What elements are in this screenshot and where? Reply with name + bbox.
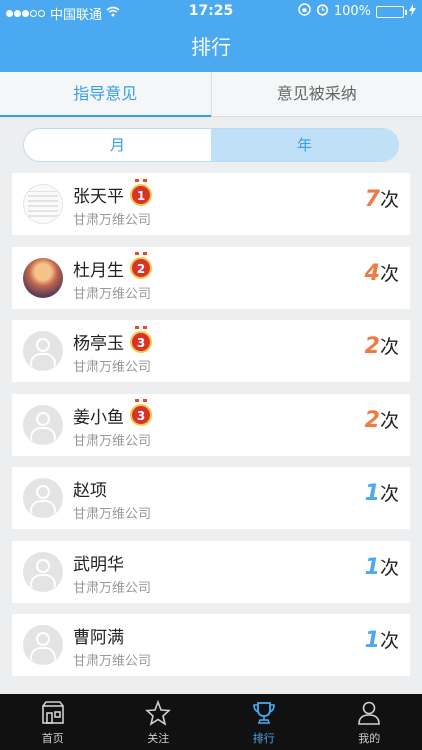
user-name: 张天平 xyxy=(73,187,124,207)
company-name: 甘肃万维公司 xyxy=(73,580,152,596)
status-bar: 中国联通 17:25 100% xyxy=(0,0,422,24)
count-suffix: 次 xyxy=(379,336,399,358)
star-icon xyxy=(106,699,212,730)
company-name: 甘肃万维公司 xyxy=(73,360,152,375)
tabbar-ranking[interactable]: 排行 xyxy=(211,694,317,750)
company-name: 甘肃万维公司 xyxy=(73,654,152,669)
medal-icon: 3 xyxy=(130,399,152,426)
tabbar-home[interactable]: 首页 xyxy=(0,694,106,750)
rank-row[interactable]: 杜月生 2 甘肃万维公司 4次 xyxy=(12,246,410,309)
count-value: 1 xyxy=(364,554,380,580)
count-suffix: 次 xyxy=(379,409,399,432)
status-right: 100% xyxy=(298,3,416,20)
count-value: 1 xyxy=(364,481,380,506)
tab-bar: 首页 关注 排行 我的 xyxy=(0,694,422,750)
tabbar-label: 我的 xyxy=(358,732,381,745)
count-suffix: 次 xyxy=(379,262,399,285)
count-label: 7次 xyxy=(365,185,399,212)
user-name: 曹阿满 xyxy=(73,628,124,648)
avatar xyxy=(23,551,63,592)
segment-month[interactable]: 月 xyxy=(24,129,211,161)
company-name: 甘肃万维公司 xyxy=(73,286,152,302)
rank-row[interactable]: 曹阿满 甘肃万维公司 1次 xyxy=(12,614,410,676)
count-suffix: 次 xyxy=(379,630,399,652)
tabbar-label: 首页 xyxy=(41,732,64,745)
top-tabs: 指导意见 意见被采纳 xyxy=(0,72,422,117)
tabbar-label: 排行 xyxy=(252,732,275,745)
count-value: 7 xyxy=(364,187,380,212)
avatar xyxy=(23,625,63,665)
tab-guidance[interactable]: 指导意见 xyxy=(0,72,211,117)
avatar xyxy=(23,478,63,518)
avatar xyxy=(23,331,63,371)
company-name: 甘肃万维公司 xyxy=(73,507,152,522)
avatar xyxy=(23,404,63,445)
count-label: 2次 xyxy=(365,406,399,433)
tabbar-mine[interactable]: 我的 xyxy=(317,694,422,750)
page-title: 排行 xyxy=(191,35,231,59)
medal-icon: 3 xyxy=(130,325,152,353)
rank-row[interactable]: 姜小鱼 3 甘肃万维公司 2次 xyxy=(12,393,410,456)
user-name: 姜小鱼 xyxy=(73,407,124,428)
count-suffix: 次 xyxy=(379,483,399,505)
company-name: 甘肃万维公司 xyxy=(73,433,152,449)
medal-icon: 1 xyxy=(130,178,152,206)
trophy-icon xyxy=(211,700,317,730)
rank-row[interactable]: 武明华 甘肃万维公司 1次 xyxy=(12,540,410,603)
count-label: 2次 xyxy=(365,332,399,359)
count-value: 2 xyxy=(364,407,380,433)
rank-row[interactable]: 赵项 甘肃万维公司 1次 xyxy=(12,467,410,529)
company-name: 甘肃万维公司 xyxy=(73,213,152,228)
count-label: 1次 xyxy=(365,626,399,653)
rotation-lock-icon xyxy=(298,3,311,20)
count-suffix: 次 xyxy=(379,189,399,211)
count-label: 1次 xyxy=(365,553,399,580)
period-segment: 月 年 xyxy=(23,128,399,162)
home-icon xyxy=(0,700,106,730)
tab-adopted[interactable]: 意见被采纳 xyxy=(210,72,422,116)
battery-percent: 100% xyxy=(333,4,371,19)
user-name: 杨亭玉 xyxy=(73,334,124,354)
rank-list: 张天平 1 甘肃万维公司 7次 杜月生 2 甘肃万维公司 4次 杨亭玉 3 甘肃万维公… xyxy=(12,173,410,688)
user-name: 武明华 xyxy=(73,554,124,575)
avatar xyxy=(23,257,63,298)
rank-row[interactable]: 张天平 1 甘肃万维公司 7次 xyxy=(12,173,410,235)
count-label: 4次 xyxy=(365,259,399,286)
count-value: 2 xyxy=(364,334,380,359)
user-name: 杜月生 xyxy=(73,260,124,281)
count-value: 1 xyxy=(364,628,380,653)
nav-bar: 排行 xyxy=(0,24,422,72)
battery-icon xyxy=(376,5,407,18)
charging-icon xyxy=(409,3,416,20)
count-value: 4 xyxy=(364,260,380,286)
tabbar-follow[interactable]: 关注 xyxy=(106,694,212,750)
medal-icon: 2 xyxy=(130,252,152,279)
person-icon xyxy=(317,700,422,730)
segment-year[interactable]: 年 xyxy=(211,129,398,161)
rank-row[interactable]: 杨亭玉 3 甘肃万维公司 2次 xyxy=(12,320,410,382)
tabbar-label: 关注 xyxy=(147,732,170,745)
user-name: 赵项 xyxy=(73,481,107,501)
avatar xyxy=(23,184,63,224)
alarm-icon xyxy=(316,3,329,20)
count-label: 1次 xyxy=(365,479,399,506)
count-suffix: 次 xyxy=(379,556,399,579)
